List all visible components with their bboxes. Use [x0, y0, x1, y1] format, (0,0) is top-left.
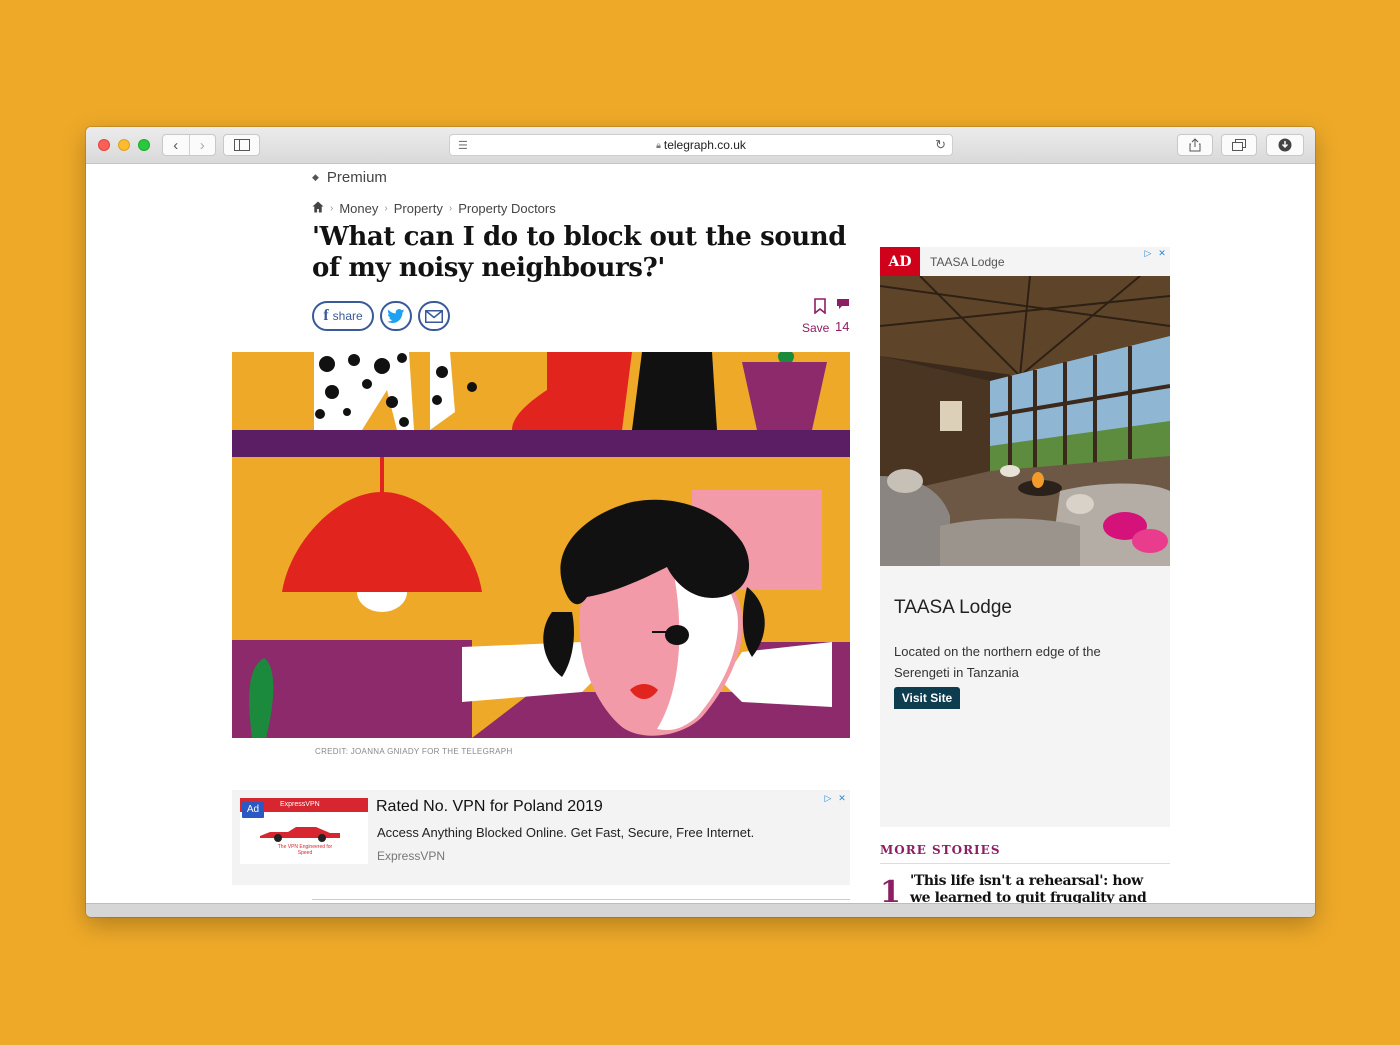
minimize-window-button[interactable]: [118, 139, 130, 151]
page-content: ◆ Premium › Money › Property › Property D…: [86, 164, 1315, 903]
ad-description: Located on the northern edge of the Sere…: [894, 644, 1101, 680]
divider: [312, 899, 850, 900]
hero-illustration: [232, 352, 850, 738]
visit-site-button[interactable]: Visit Site: [894, 687, 960, 709]
ad-headline[interactable]: TAASA Lodge: [894, 597, 1012, 619]
breadcrumb-separator: ›: [384, 203, 388, 214]
close-ad-icon[interactable]: ✕: [1156, 247, 1168, 259]
breadcrumb: › Money › Property › Property Doctors: [312, 201, 556, 216]
address-bar[interactable]: ☰ 🔒︎ telegraph.co.uk ↻: [449, 134, 953, 156]
ad-choices: ▷ ✕: [1142, 247, 1168, 259]
save-comments-area: Save 14: [802, 297, 850, 337]
breadcrumb-property[interactable]: Property: [394, 201, 443, 216]
comment-count[interactable]: 14: [835, 319, 849, 334]
save-button[interactable]: Save: [802, 321, 829, 335]
browser-bottom-bar: [86, 903, 1315, 917]
ad-thumbnail-tagline: The VPN Engineered for Speed: [277, 844, 333, 856]
sidebar-icon: [233, 139, 250, 151]
breadcrumb-separator: ›: [448, 203, 453, 214]
race-car-icon: [260, 827, 340, 842]
reload-icon[interactable]: ↻: [935, 137, 946, 153]
tabs-overview-button[interactable]: [1221, 134, 1257, 156]
url-text: telegraph.co.uk: [663, 138, 746, 152]
more-stories: MORE STORIES 1 'This life isn't a rehear…: [880, 843, 1170, 903]
ad-tag: Ad: [242, 802, 264, 818]
breadcrumb-separator: ›: [330, 203, 334, 214]
ad-title[interactable]: Rated No. VPN for Poland 2019: [376, 798, 603, 816]
ad-description: Access Anything Blocked Online. Get Fast…: [377, 825, 755, 840]
bookmark-icon[interactable]: [814, 298, 826, 319]
ad-thumbnail[interactable]: ExpressVPN Ad The VPN Engineered for Spe…: [240, 798, 368, 864]
ad-choices: ▷ ✕: [822, 792, 848, 804]
home-icon[interactable]: [312, 201, 324, 216]
premium-label: ◆ Premium: [312, 169, 387, 186]
image-credit: CREDIT: JOANNA GNIADY FOR THE TELEGRAPH: [315, 747, 513, 756]
breadcrumb-money[interactable]: Money: [339, 201, 378, 216]
facebook-icon: f: [323, 307, 329, 324]
back-icon[interactable]: ‹: [163, 135, 189, 155]
downloads-button[interactable]: [1266, 134, 1304, 156]
email-share-button[interactable]: [418, 301, 450, 331]
browser-window: ‹ › ☰ 🔒︎ telegraph.co.uk ↻ ◆ Premium › M…: [86, 127, 1315, 917]
close-window-button[interactable]: [98, 139, 110, 151]
lock-icon: 🔒︎: [656, 139, 661, 150]
email-icon: [425, 309, 443, 323]
facebook-share-button[interactable]: f share: [312, 301, 374, 331]
comment-icon[interactable]: [836, 298, 850, 313]
vpn-ad[interactable]: ExpressVPN Ad The VPN Engineered for Spe…: [232, 790, 850, 885]
ad-label: AD: [880, 247, 920, 276]
lodge-photo[interactable]: [880, 276, 1170, 566]
twitter-icon: [387, 308, 405, 323]
zoom-window-button[interactable]: [138, 139, 150, 151]
tabs-icon: [1232, 139, 1246, 151]
reader-icon[interactable]: ☰: [458, 139, 468, 152]
diamond-icon: ◆: [312, 172, 319, 182]
story-link[interactable]: 'This life isn't a rehearsal': how we le…: [910, 873, 1155, 903]
ad-advertiser-name: TAASA Lodge: [930, 255, 1005, 269]
share-buttons: f share: [312, 301, 450, 331]
close-ad-icon[interactable]: ✕: [836, 792, 848, 804]
sidebar-toggle-button[interactable]: [223, 134, 260, 156]
share-toolbar-button[interactable]: [1177, 134, 1213, 156]
side-ad[interactable]: AD TAASA Lodge ▷ ✕ TAASA Lodge Located o…: [880, 247, 1170, 827]
nav-buttons: ‹ ›: [162, 134, 216, 156]
article-headline: 'What can I do to block out the sound of…: [312, 222, 847, 283]
browser-toolbar: ‹ › ☰ 🔒︎ telegraph.co.uk ↻: [86, 127, 1315, 164]
breadcrumb-property-doctors[interactable]: Property Doctors: [458, 201, 556, 216]
share-icon: [1189, 138, 1201, 152]
adchoices-icon[interactable]: ▷: [1142, 247, 1154, 259]
adchoices-icon[interactable]: ▷: [822, 792, 834, 804]
ad-advertiser: ExpressVPN: [377, 849, 446, 863]
forward-icon[interactable]: ›: [188, 135, 216, 155]
download-icon: [1278, 138, 1292, 152]
twitter-share-button[interactable]: [380, 301, 412, 331]
story-number: 1: [880, 875, 901, 903]
more-stories-header: MORE STORIES: [880, 843, 1170, 864]
